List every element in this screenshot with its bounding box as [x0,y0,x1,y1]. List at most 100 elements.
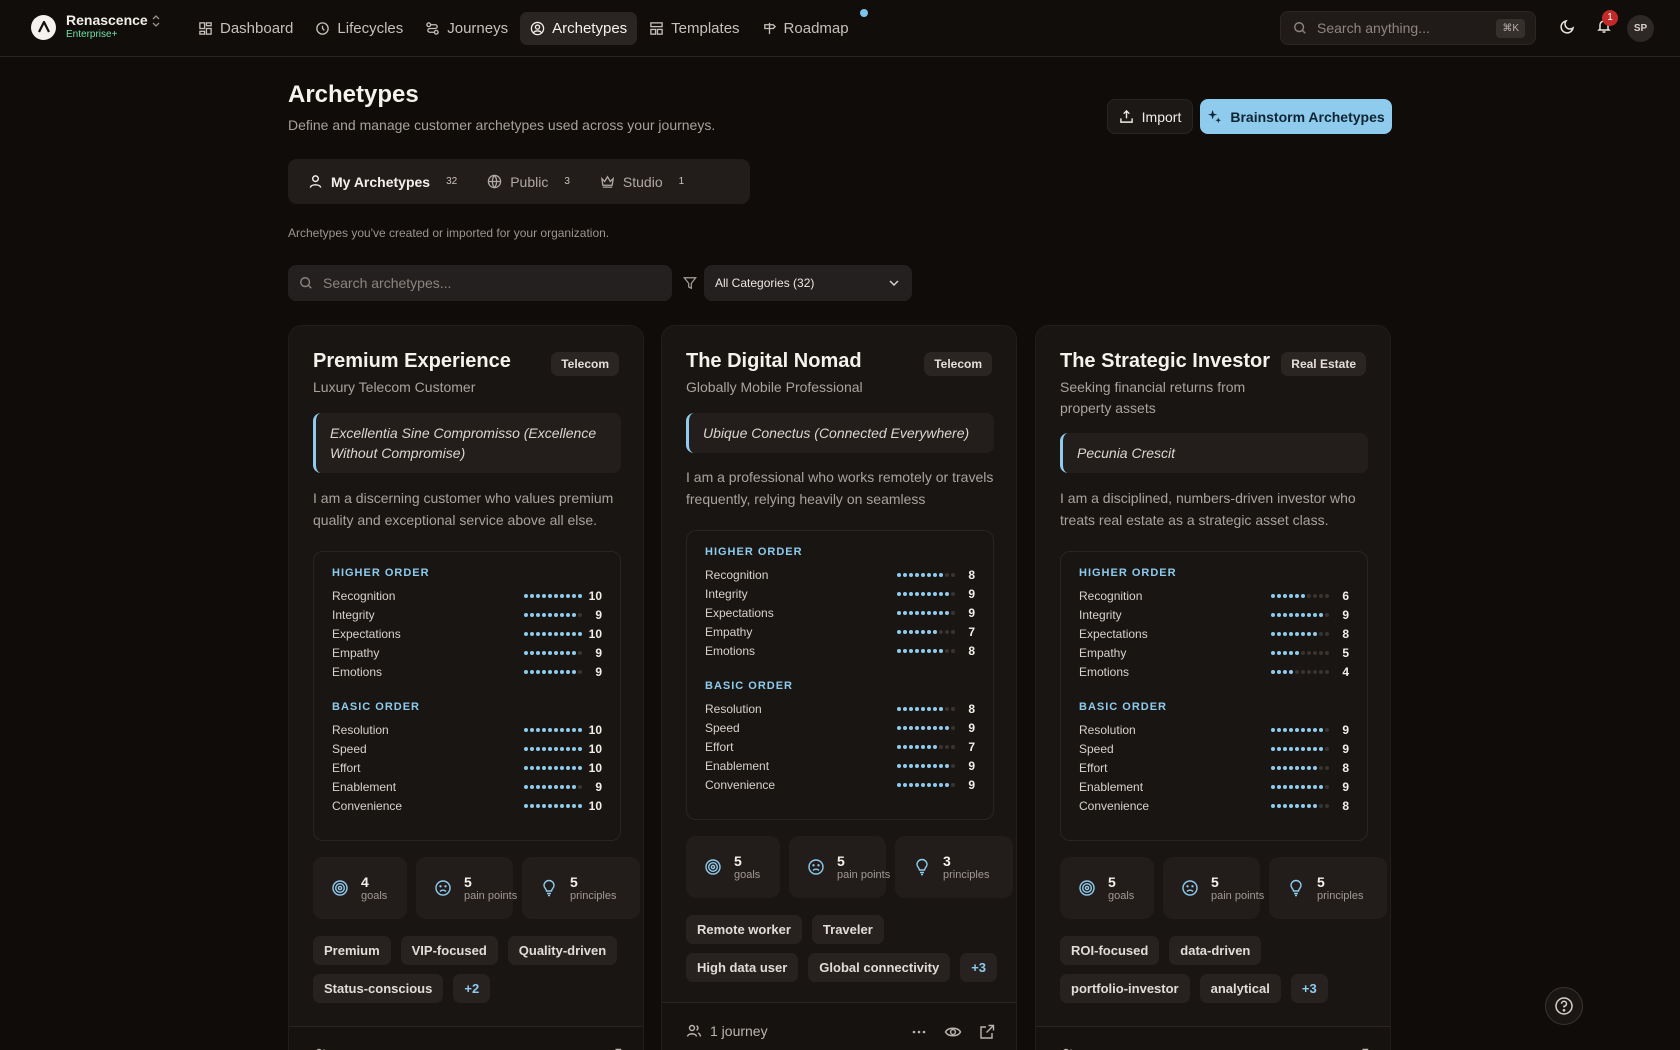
tag-chip: Premium [313,936,391,965]
more-tags-button[interactable]: +2 [453,974,491,1003]
filter-icon [683,276,697,290]
score-dot [939,610,943,615]
score-dot [578,727,582,732]
stat-number: 5 [1108,873,1116,890]
tab-studio[interactable]: Studio 1 [585,164,699,199]
score-row: Speed 9 [1079,739,1349,758]
nav-journeys[interactable]: Journeys [415,12,518,45]
score-dot [554,612,558,617]
stat-pain-points[interactable]: 5 pain points [789,836,890,898]
moon-icon[interactable] [1560,18,1576,34]
more-tags-button[interactable]: +3 [960,953,998,982]
score-dot [578,631,582,636]
stat-goals[interactable]: 5 goals [686,836,780,898]
score-dot [536,650,540,655]
external-link-icon[interactable] [978,1023,996,1041]
tab-my-archetypes[interactable]: My Archetypes 32 [293,164,472,199]
score-value: 8 [1342,760,1349,775]
import-button[interactable]: Import [1107,99,1193,134]
workspace-switcher[interactable]: Renascence Enterprise+ [31,13,160,41]
score-dots [1271,669,1329,674]
score-dot [572,784,576,789]
stat-pain-points[interactable]: 5 pain points [416,857,517,919]
score-dot [921,572,925,577]
score-dot [560,669,564,674]
score-dot [566,650,570,655]
score-label: Convenience [1079,798,1150,813]
score-dot [915,782,919,787]
help-button[interactable] [1545,987,1583,1025]
basic-order-heading: BASIC ORDER [1079,701,1168,713]
category-select[interactable]: All Categories (32) [704,265,912,301]
nav-dashboard-label: Dashboard [220,20,294,37]
brainstorm-archetypes-button[interactable]: Brainstorm Archetypes [1200,99,1392,134]
stat-text: 5 principles [1317,874,1373,902]
nav-lifecycles[interactable]: Lifecycles [305,12,413,45]
nav-dashboard[interactable]: Dashboard [188,12,303,45]
score-row: Expectations 9 [705,603,975,622]
score-dot [1325,612,1329,617]
archetype-card[interactable]: The Strategic Investor Real Estate Seeking… [1035,325,1391,1050]
stat-principles[interactable]: 5 principles [1269,857,1387,919]
global-search-placeholder: Search anything... [1317,20,1430,36]
score-dot [560,803,564,808]
score-dot [566,593,570,598]
stat-goals[interactable]: 4 goals [313,857,407,919]
roadmap-icon [762,21,777,36]
nav-roadmap[interactable]: Roadmap [752,9,868,45]
score-dot [897,706,901,711]
global-search-input[interactable]: Search anything... ⌘K [1280,11,1536,45]
score-dot [897,648,901,653]
score-label: Resolution [1079,722,1136,737]
score-row: Integrity 9 [705,584,975,603]
score-dot [548,631,552,636]
more-tags-button[interactable]: +3 [1290,974,1328,1003]
archetype-card[interactable]: The Digital Nomad Telecom Globally Mobile … [661,325,1017,1050]
top-navigation-bar: Renascence Enterprise+ Dashboard Lifecyc… [0,0,1680,57]
score-value: 9 [1342,607,1349,622]
score-row: Recognition 10 [332,586,602,605]
score-dot [1271,669,1275,674]
score-dot [903,591,907,596]
score-value: 8 [1342,626,1349,641]
score-dot [554,631,558,636]
score-dot [945,744,949,749]
archetype-icon [530,21,545,36]
basic-order-heading: BASIC ORDER [705,680,794,692]
score-dot [921,648,925,653]
user-avatar[interactable]: SP [1627,15,1654,42]
stat-principles[interactable]: 3 principles [895,836,1013,898]
more-horizontal-icon[interactable] [910,1023,928,1041]
score-dot [578,650,582,655]
archetype-card[interactable]: Premium Experience Telecom Luxury Telecom … [288,325,644,1050]
score-dot [560,765,564,770]
score-dot [915,648,919,653]
stat-pain-points[interactable]: 5 pain points [1163,857,1264,919]
brand-text: Renascence Enterprise+ [66,13,148,41]
score-dot [1325,784,1329,789]
score-row: Recognition 8 [705,565,975,584]
score-label: Speed [1079,741,1114,756]
score-label: Integrity [705,586,748,601]
score-label: Expectations [705,605,774,620]
score-dot [536,669,540,674]
stat-principles[interactable]: 5 principles [522,857,640,919]
main-nav: Dashboard Lifecycles Journeys Archetypes… [188,9,868,45]
notification-count-badge: 1 [1602,10,1618,26]
score-value: 4 [1342,664,1349,679]
nav-archetypes[interactable]: Archetypes [520,12,638,45]
score-dot [915,629,919,634]
score-dot [524,746,528,751]
score-row: Enablement 9 [1079,777,1349,796]
nav-templates[interactable]: Templates [639,12,749,45]
score-dot [542,803,546,808]
stat-goals[interactable]: 5 goals [1060,857,1154,919]
score-dot [1277,650,1281,655]
score-row: Emotions 4 [1079,662,1349,681]
archetype-search-input[interactable]: Search archetypes... [288,265,672,301]
score-dots [524,631,582,636]
score-dot [951,572,955,577]
tab-public[interactable]: Public 3 [472,164,585,199]
eye-icon[interactable] [944,1023,962,1041]
plan-badge: Enterprise+ [66,29,118,40]
